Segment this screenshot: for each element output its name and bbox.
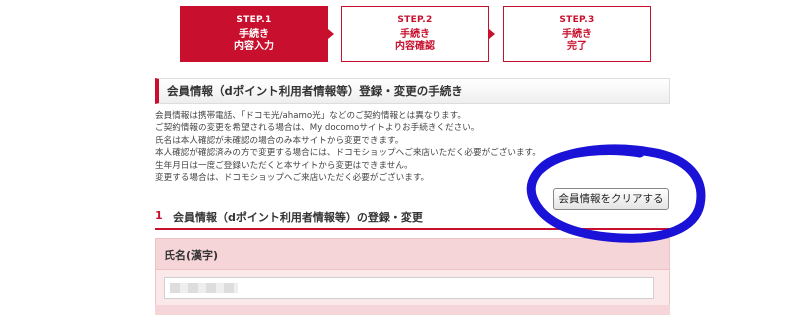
notice-line: 生年月日は一度ご登録いただくと本サイトから変更はできません。 — [155, 160, 413, 171]
step-2: STEP.2 手続き 内容確認 — [341, 6, 489, 62]
step-3: STEP.3 手続き 完了 — [503, 6, 651, 62]
notice-text: 会員情報は携帯電話、「ドコモ光/ahamo光」などのご契約情報とは異なります。 … — [155, 110, 575, 184]
subsection-number: 1 — [155, 209, 163, 222]
section-title: 会員情報（dポイント利用者情報等）登録・変更の手続き — [167, 84, 463, 98]
notice-line: 氏名は本人確認が未確認の場合のみ本サイトから変更できます。 — [155, 135, 404, 146]
redacted-name-blur — [170, 283, 238, 293]
notice-line: 会員情報は携帯電話、「ドコモ光/ahamo光」などのご契約情報とは異なります。 — [155, 111, 466, 121]
name-kanji-label: 氏名(漢字) — [164, 249, 219, 262]
step-2-label-line2: 内容確認 — [395, 41, 435, 52]
step-2-number: STEP.2 — [397, 15, 433, 25]
name-kanji-label-row: 氏名(漢字) — [155, 238, 670, 270]
step-3-number: STEP.3 — [559, 15, 595, 25]
step-arrow-icon — [489, 29, 495, 39]
section-header: 会員情報（dポイント利用者情報等）登録・変更の手続き — [155, 78, 670, 104]
step-1-label-line2: 内容入力 — [234, 41, 274, 52]
step-1-number: STEP.1 — [236, 15, 272, 25]
subsection-title: 会員情報（dポイント利用者情報等）の登録・変更 — [173, 211, 423, 224]
step-1-label-line1: 手続き — [239, 29, 269, 40]
step-arrow-icon — [328, 29, 334, 39]
step-2-label-line1: 手続き — [400, 29, 430, 40]
step-1: STEP.1 手続き 内容入力 — [180, 6, 328, 62]
step-3-label-line1: 手続き — [562, 29, 592, 40]
notice-line: 変更する場合は、ドコモショップへご来店いただく必要がございます。 — [155, 173, 430, 184]
notice-line: 本人確認が確認済みの方で変更する場合には、ドコモショップへご来店いただく必要がご… — [155, 148, 541, 159]
next-field-row — [155, 305, 670, 315]
step-3-label-line2: 完了 — [567, 41, 587, 52]
step-indicator: STEP.1 手続き 内容入力 STEP.2 手続き 内容確認 STEP.3 手… — [180, 6, 670, 62]
notice-line: ご契約情報の変更を希望される場合は、My docomoサイトよりお手続きください… — [155, 123, 480, 134]
clear-member-info-button[interactable]: 会員情報をクリアする — [553, 188, 669, 210]
